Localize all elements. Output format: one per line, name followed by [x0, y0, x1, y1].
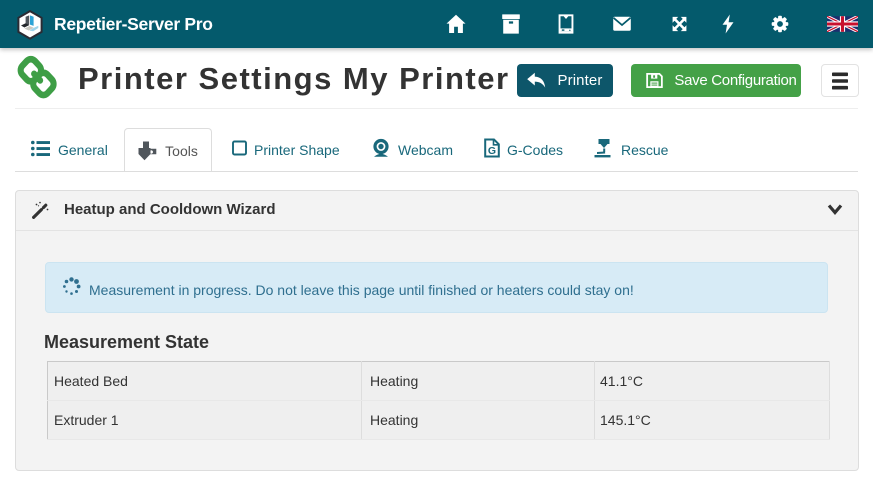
svg-text:G: G — [488, 145, 496, 157]
